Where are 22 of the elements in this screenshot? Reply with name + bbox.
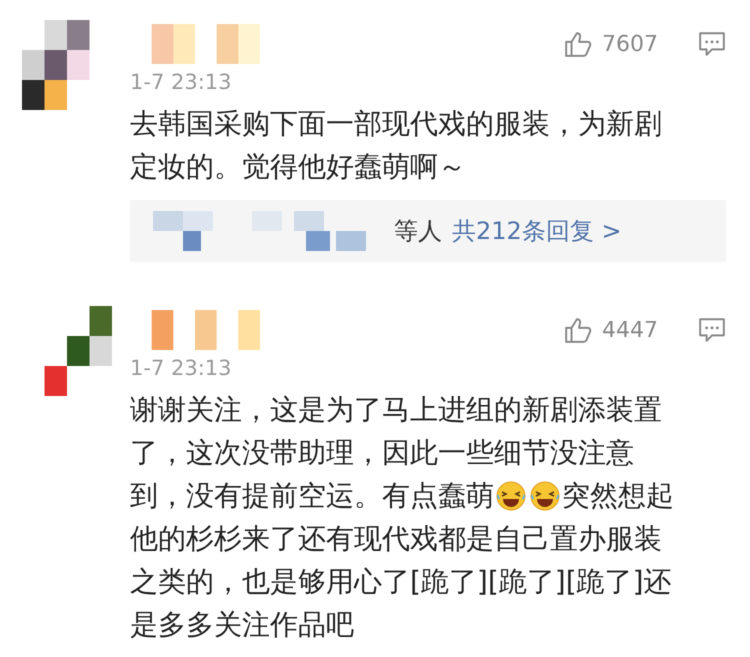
comment-icon[interactable] xyxy=(698,31,726,57)
like-count: 7607 xyxy=(602,32,658,56)
thumbs-up-icon[interactable] xyxy=(564,316,592,344)
comment-text: 了，这次没带助理，因此一些细节没注意 xyxy=(130,435,634,471)
comment-icon[interactable] xyxy=(698,317,726,343)
comment-text: 他的杉杉来了还有现代戏都是自己置办服装 xyxy=(130,521,662,557)
comment-text: 去韩国采购下面一部现代戏的服装，为新剧 xyxy=(130,106,662,142)
comment-text: 突然想起 xyxy=(562,478,674,514)
comment-time: 1-7 23:13 xyxy=(130,355,232,382)
reply-users-text: 等人 xyxy=(394,216,442,247)
comment-text: 到，没有提前空运。有点蠢萌 xyxy=(130,478,494,514)
comment-text: 是多多关注作品吧 xyxy=(130,607,354,643)
comment-time: 1-7 23:13 xyxy=(130,69,232,96)
reply-count-link[interactable]: 共212条回复 > xyxy=(452,215,622,247)
thumbs-up-icon[interactable] xyxy=(564,30,592,58)
comment-text: 谢谢关注，这是为了马上进组的新剧添装置 xyxy=(130,392,662,428)
laughing-emoji-icon xyxy=(529,480,561,512)
reply-preview-panel[interactable]: 等人 共212条回复 > xyxy=(130,200,726,262)
like-count: 4447 xyxy=(602,318,658,342)
comment-text: 定妆的。觉得他好蠢萌啊～ xyxy=(130,149,466,185)
laughing-emoji-icon xyxy=(495,480,527,512)
comment-text: 之类的，也是够用心了[跪了][跪了][跪了]还 xyxy=(130,564,672,600)
